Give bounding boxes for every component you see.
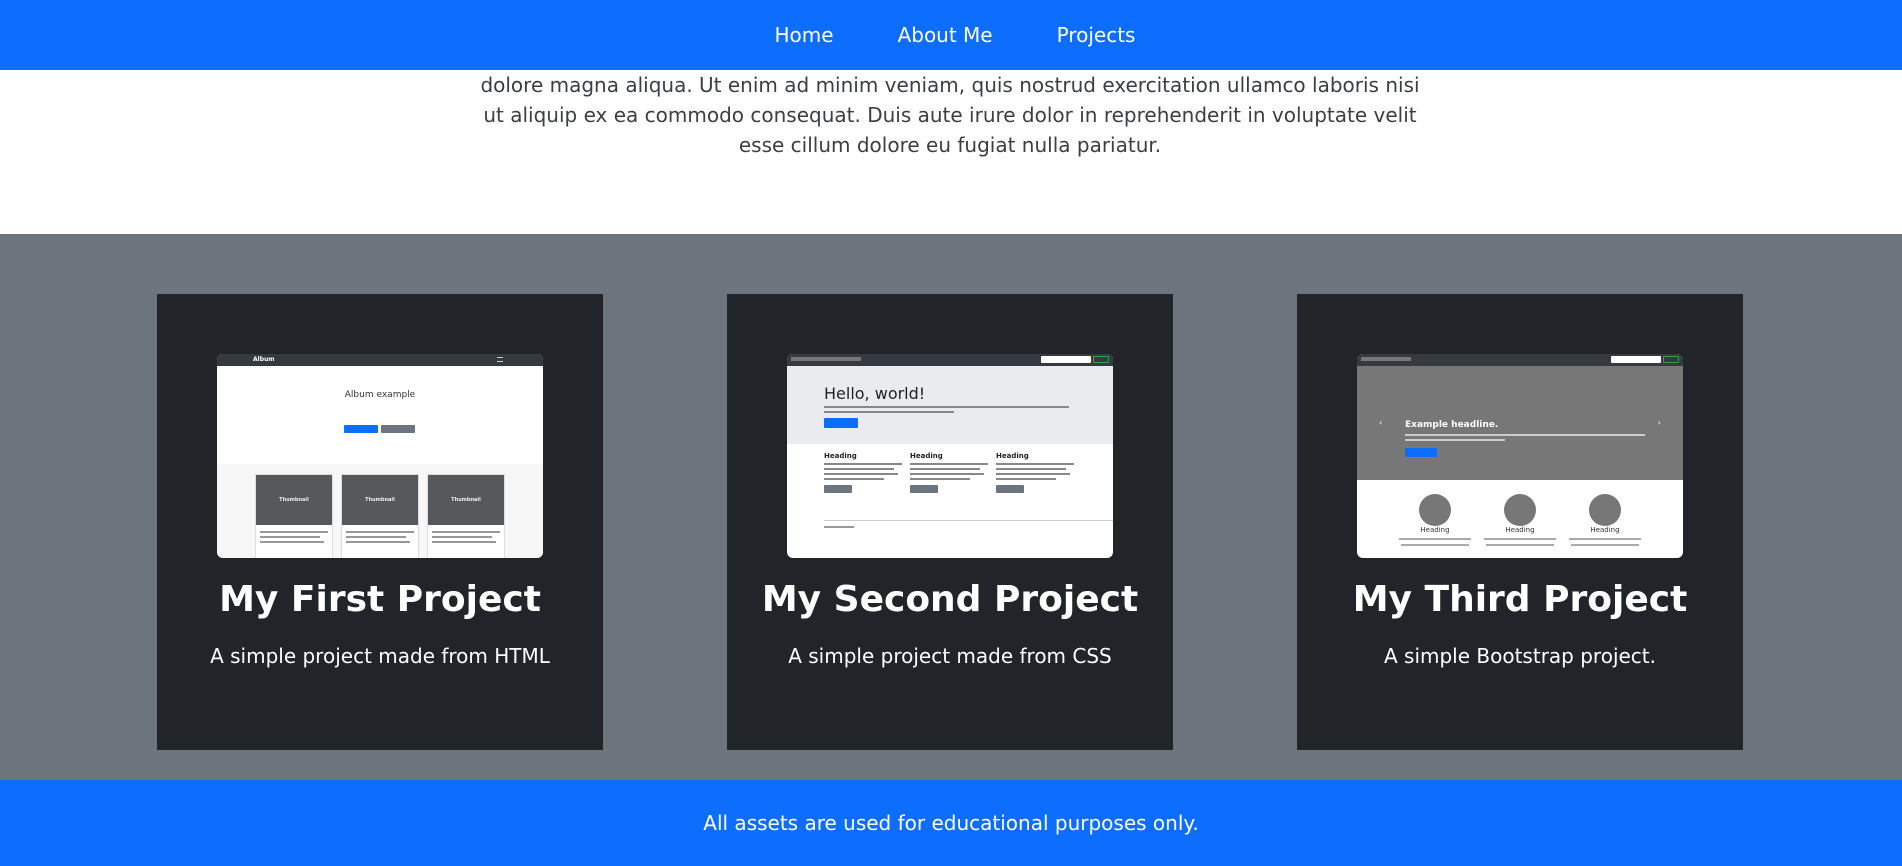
text-line bbox=[1405, 434, 1645, 436]
project-card-1[interactable]: Album Album example Thumbnail Thumbnail bbox=[157, 294, 603, 750]
project-description: A simple Bootstrap project. bbox=[1383, 644, 1656, 668]
thumb-primary-button bbox=[344, 425, 378, 433]
text-line bbox=[260, 541, 324, 543]
thumb-col-heading: Heading bbox=[1505, 526, 1535, 534]
text-line bbox=[1484, 538, 1556, 540]
thumb-column: Heading bbox=[910, 452, 988, 493]
thumb-brand: Album bbox=[253, 356, 275, 363]
thumb-secondary-button bbox=[381, 425, 415, 433]
thumb-search-field bbox=[1041, 356, 1091, 363]
thumb-nav-links bbox=[1361, 357, 1411, 361]
text-line bbox=[432, 541, 496, 543]
text-line bbox=[910, 478, 970, 480]
thumb-col-heading: Heading bbox=[910, 452, 943, 460]
thumb-button bbox=[824, 485, 852, 493]
thumb-button bbox=[910, 485, 938, 493]
text-line bbox=[824, 463, 902, 465]
text-line bbox=[1401, 544, 1469, 546]
thumb-column: Heading bbox=[996, 452, 1074, 493]
thumb-navbar bbox=[1357, 354, 1683, 366]
thumb-search-button bbox=[1663, 356, 1679, 363]
project-thumbnail-1: Album Album example Thumbnail Thumbnail bbox=[217, 354, 543, 558]
nav-link-projects[interactable]: Projects bbox=[1025, 23, 1168, 47]
text-line bbox=[996, 463, 1074, 465]
text-line bbox=[1571, 544, 1639, 546]
thumb-nav-links bbox=[791, 357, 861, 361]
thumb-search-button bbox=[1093, 356, 1109, 363]
project-description: A simple project made from HTML bbox=[210, 644, 550, 668]
text-line bbox=[346, 541, 410, 543]
project-card-3[interactable]: ‹ › Example headline. Heading Heading He… bbox=[1297, 294, 1743, 750]
thumb-heading: Album example bbox=[344, 390, 416, 400]
thumb-hero: Album example bbox=[217, 366, 543, 464]
thumb-circle-image bbox=[1589, 494, 1621, 526]
thumb-primary-button bbox=[824, 418, 858, 428]
text-line bbox=[996, 473, 1070, 475]
footer-text: All assets are used for educational purp… bbox=[703, 811, 1199, 835]
text-line bbox=[910, 468, 980, 470]
thumb-heading: Hello, world! bbox=[824, 384, 926, 403]
thumb-col-heading: Heading bbox=[996, 452, 1029, 460]
thumb-tile-label: Thumbnail bbox=[256, 475, 332, 525]
thumb-primary-button bbox=[1405, 448, 1437, 457]
thumb-tile: Thumbnail bbox=[341, 474, 419, 558]
thumb-button bbox=[996, 485, 1024, 493]
text-line bbox=[260, 531, 328, 533]
thumb-tile: Thumbnail bbox=[427, 474, 505, 558]
intro-text: dolore magna aliqua. Ut enim ad minim ve… bbox=[480, 73, 1420, 157]
thumb-grid: Thumbnail Thumbnail Thumbnail bbox=[217, 464, 543, 558]
text-line bbox=[910, 473, 984, 475]
text-line bbox=[824, 478, 884, 480]
nav-link-home[interactable]: Home bbox=[743, 23, 866, 47]
thumb-divider bbox=[824, 520, 1113, 521]
text-line bbox=[996, 478, 1056, 480]
project-title: My First Project bbox=[219, 579, 541, 620]
intro-section: dolore magna aliqua. Ut enim ad minim ve… bbox=[0, 70, 1902, 234]
thumb-hero: Hello, world! bbox=[787, 366, 1113, 444]
project-title: My Third Project bbox=[1352, 579, 1688, 620]
navbar: Home About Me Projects bbox=[0, 0, 1902, 70]
text-line bbox=[910, 463, 988, 465]
thumb-circle-image bbox=[1419, 494, 1451, 526]
text-line bbox=[824, 473, 898, 475]
thumb-col-heading: Heading bbox=[1590, 526, 1620, 534]
thumb-search-field bbox=[1611, 356, 1661, 363]
text-line bbox=[1569, 538, 1641, 540]
text-line bbox=[432, 531, 500, 533]
thumb-tile-label: Thumbnail bbox=[342, 475, 418, 525]
nav-link-about-me[interactable]: About Me bbox=[866, 23, 1025, 47]
text-line bbox=[260, 536, 320, 538]
text-line bbox=[1486, 544, 1554, 546]
chevron-right-icon: › bbox=[1657, 418, 1661, 427]
project-card-2[interactable]: Hello, world! Heading Heading Heading My… bbox=[727, 294, 1173, 750]
text-line bbox=[824, 411, 954, 413]
thumb-tile: Thumbnail bbox=[255, 474, 333, 558]
text-line bbox=[346, 531, 414, 533]
thumb-navbar bbox=[787, 354, 1113, 366]
text-line bbox=[824, 406, 1069, 408]
thumb-navbar: Album bbox=[217, 354, 543, 366]
project-description: A simple project made from CSS bbox=[788, 644, 1112, 668]
footer: All assets are used for educational purp… bbox=[0, 780, 1902, 866]
project-thumbnail-2: Hello, world! Heading Heading Heading bbox=[787, 354, 1113, 558]
thumb-col-heading: Heading bbox=[824, 452, 857, 460]
thumb-carousel: ‹ › Example headline. bbox=[1357, 366, 1683, 480]
thumb-column: Heading bbox=[824, 452, 902, 493]
text-line bbox=[1405, 439, 1505, 441]
thumb-tile-label: Thumbnail bbox=[428, 475, 504, 525]
text-line bbox=[1399, 538, 1471, 540]
projects-section: Album Album example Thumbnail Thumbnail bbox=[0, 234, 1902, 780]
hamburger-icon bbox=[497, 357, 503, 362]
thumb-headline: Example headline. bbox=[1405, 420, 1499, 430]
chevron-left-icon: ‹ bbox=[1379, 418, 1383, 427]
text-line bbox=[346, 536, 406, 538]
text-line bbox=[432, 536, 492, 538]
thumb-circle-image bbox=[1504, 494, 1536, 526]
project-title: My Second Project bbox=[761, 579, 1139, 620]
thumb-footer-line bbox=[824, 526, 854, 528]
text-line bbox=[824, 468, 894, 470]
text-line bbox=[996, 468, 1066, 470]
thumb-col-heading: Heading bbox=[1420, 526, 1450, 534]
project-thumbnail-3: ‹ › Example headline. Heading Heading He… bbox=[1357, 354, 1683, 558]
